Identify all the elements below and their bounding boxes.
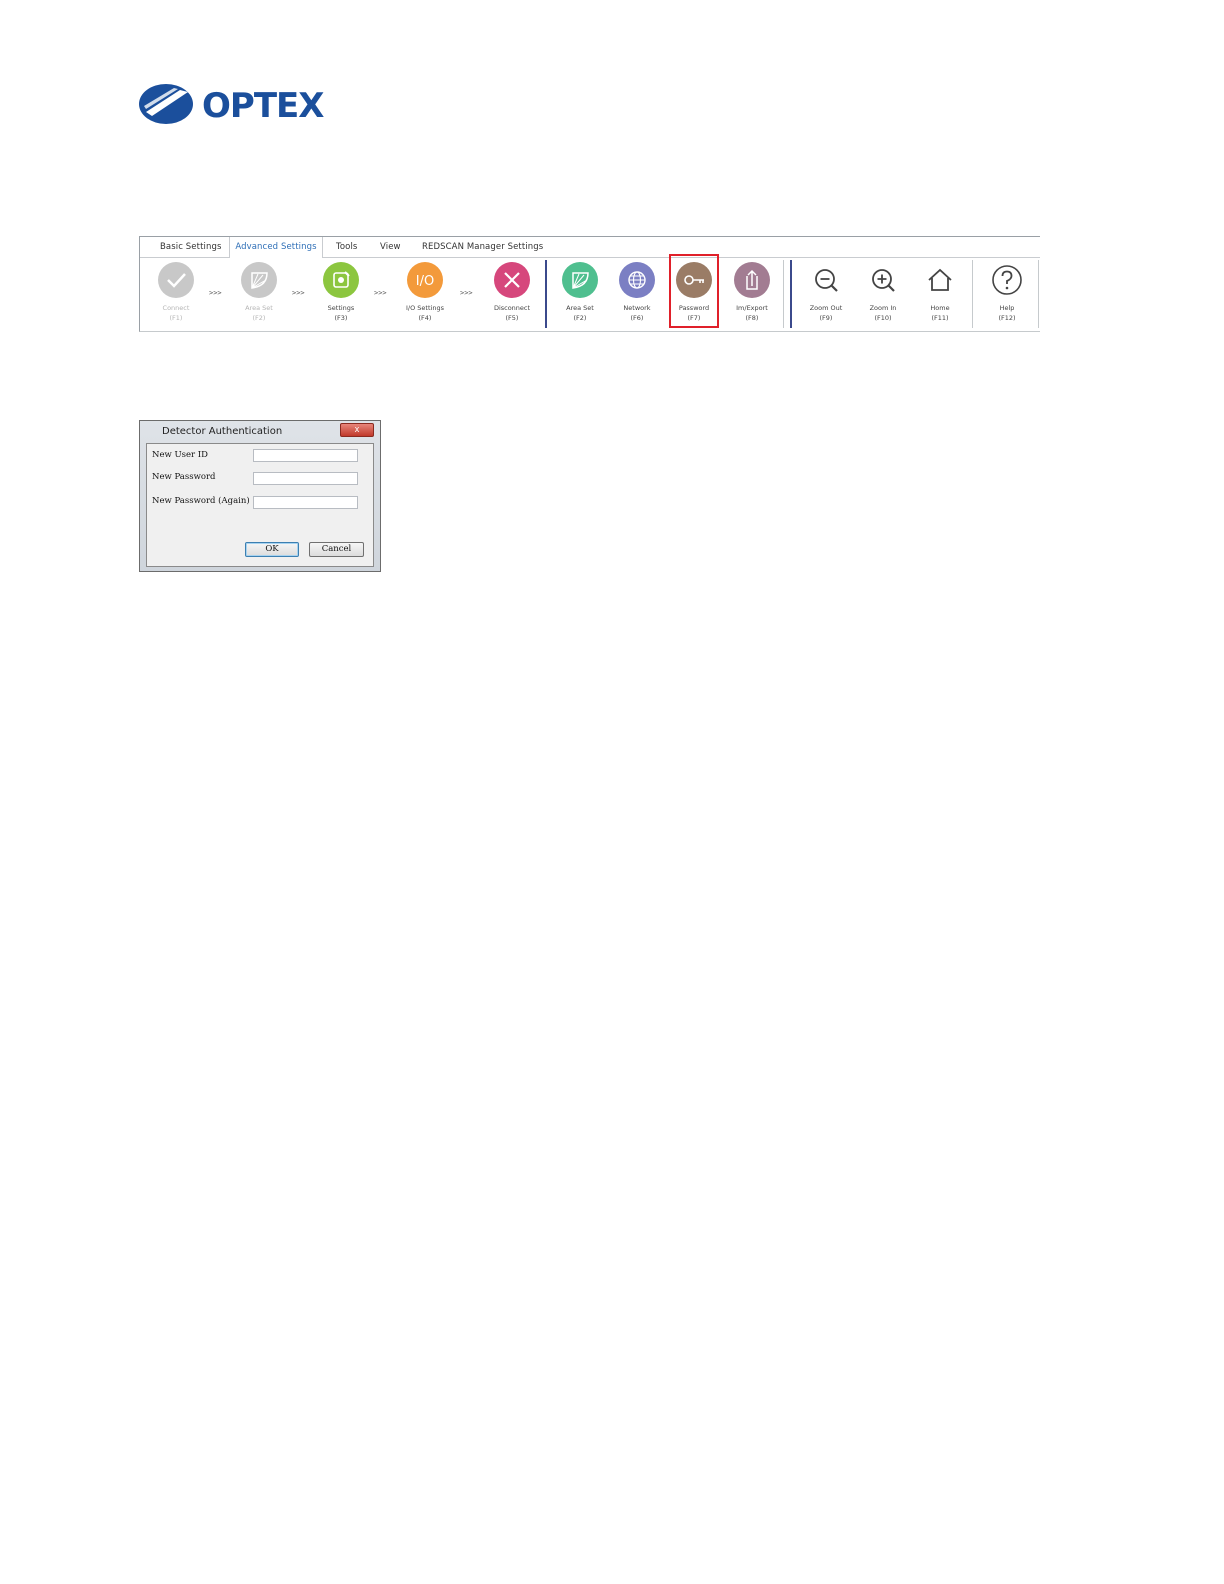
toolbar-ribbon: Basic Settings Advanced Settings Tools V… (139, 236, 1040, 332)
optex-logo-mark: OPTEX (139, 84, 325, 126)
settings-label: Settings (327, 304, 355, 312)
step-arrow: >>> (209, 289, 222, 297)
tab-redscan-manager-settings[interactable]: REDSCAN Manager Settings (422, 237, 543, 257)
step-arrow: >>> (374, 289, 387, 297)
im-export-button[interactable]: Im/Export (F8) (722, 258, 782, 330)
home-button[interactable]: Home (F11) (910, 258, 970, 330)
network-key: (F6) (630, 314, 644, 322)
disconnect-label: Disconnect (493, 304, 531, 312)
step-arrow: >>> (460, 289, 473, 297)
dialog-body: New User ID New Password New Password (A… (146, 443, 374, 567)
help-key: (F12) (998, 314, 1016, 322)
im-export-label: Im/Export (736, 304, 768, 312)
detector-authentication-dialog: Detector Authentication x New User ID Ne… (139, 420, 381, 572)
help-button[interactable]: Help (F12) (977, 258, 1037, 330)
new-user-id-label: New User ID (152, 450, 208, 460)
area-icon (572, 272, 589, 289)
area-icon (251, 272, 268, 289)
close-icon (504, 272, 520, 288)
settings-button[interactable]: Settings (F3) (311, 258, 371, 330)
area-set-button[interactable]: Area Set (F2) (550, 258, 610, 330)
ribbon-tabs: Basic Settings Advanced Settings Tools V… (140, 237, 1040, 258)
tab-tools[interactable]: Tools (336, 237, 357, 257)
tab-advanced-settings[interactable]: Advanced Settings (229, 237, 323, 258)
globe-icon (628, 271, 646, 289)
area-set-disabled-key: (F2) (252, 314, 266, 322)
export-icon (746, 269, 758, 290)
settings-key: (F3) (334, 314, 348, 322)
svg-text:I/O: I/O (416, 274, 434, 289)
network-label: Network (623, 304, 651, 312)
new-password-label: New Password (152, 472, 216, 482)
help-label: Help (999, 304, 1015, 312)
cancel-button[interactable]: Cancel (309, 542, 364, 557)
group-separator (545, 260, 547, 328)
new-user-id-input[interactable] (253, 449, 358, 462)
password-highlight-box (669, 254, 719, 328)
io-icon: I/O (416, 274, 434, 289)
connect-label: Connect (162, 304, 190, 312)
zoom-in-label: Zoom In (869, 304, 897, 312)
group-separator (790, 260, 792, 328)
group-separator (972, 260, 973, 328)
new-password-again-input[interactable] (253, 496, 358, 509)
tab-view[interactable]: View (380, 237, 401, 257)
ribbon-buttons: Connect (F1) >>> Area Set (F2) >>> Setting… (140, 254, 1040, 330)
io-settings-button[interactable]: I/O I/O Settings (F4) (395, 258, 455, 330)
area-set-disabled-label: Area Set (245, 304, 273, 312)
new-password-again-label: New Password (Again) (152, 496, 250, 506)
area-set-disabled-button[interactable]: Area Set (F2) (229, 258, 289, 330)
connect-key: (F1) (169, 314, 183, 322)
area-set-key: (F2) (573, 314, 587, 322)
zoom-out-icon (815, 269, 838, 292)
group-separator (1038, 260, 1039, 328)
home-icon (928, 268, 952, 291)
zoom-in-icon (872, 269, 895, 292)
dialog-title: Detector Authentication (162, 426, 283, 437)
zoom-out-button[interactable]: Zoom Out (F9) (796, 258, 856, 330)
ok-button[interactable]: OK (245, 542, 299, 557)
check-icon (167, 273, 186, 288)
io-settings-label: I/O Settings (406, 304, 444, 312)
disconnect-key: (F5) (505, 314, 519, 322)
tab-basic-settings[interactable]: Basic Settings (160, 237, 221, 257)
im-export-key: (F8) (745, 314, 759, 322)
zoom-out-key: (F9) (819, 314, 833, 322)
network-button[interactable]: Network (F6) (607, 258, 667, 330)
connect-button[interactable]: Connect (F1) (146, 258, 206, 330)
zoom-in-button[interactable]: Zoom In (F10) (853, 258, 913, 330)
step-arrow: >>> (292, 289, 305, 297)
help-icon (992, 265, 1022, 295)
area-set-label: Area Set (566, 304, 594, 312)
io-settings-key: (F4) (418, 314, 432, 322)
home-label: Home (930, 304, 950, 312)
dialog-close-button[interactable]: x (340, 423, 374, 437)
logo-text: OPTEX (202, 86, 324, 126)
optex-logo: OPTEX (138, 82, 342, 126)
zoom-out-label: Zoom Out (809, 304, 843, 312)
group-separator (783, 260, 784, 328)
new-password-input[interactable] (253, 472, 358, 485)
disconnect-button[interactable]: Disconnect (F5) (482, 258, 542, 330)
home-key: (F11) (931, 314, 949, 322)
zoom-in-key: (F10) (874, 314, 892, 322)
settings-icon (333, 271, 350, 288)
